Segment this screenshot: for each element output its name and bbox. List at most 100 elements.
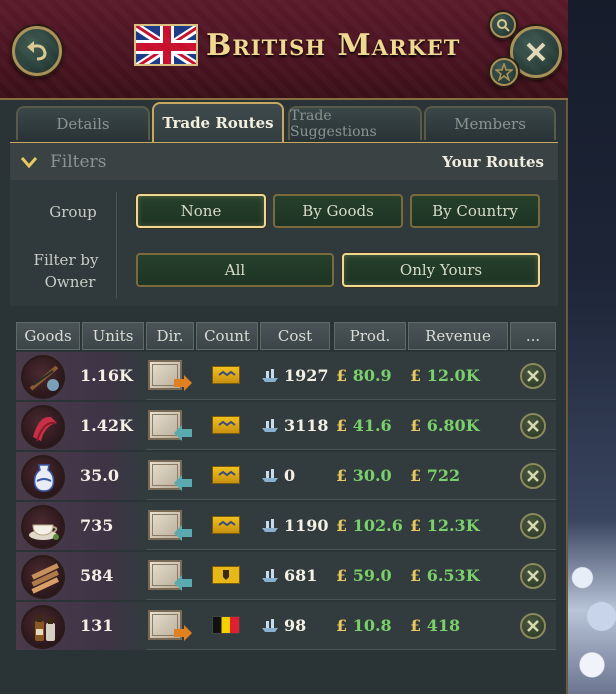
prod-amount: 30.0: [352, 466, 392, 485]
market-panel: British Market Details Trade Routes Trad…: [0, 0, 568, 694]
tab-details[interactable]: Details: [16, 106, 150, 140]
back-button[interactable]: [12, 26, 62, 76]
column-cost[interactable]: Cost: [260, 322, 330, 350]
prod-value: £ 10.8: [336, 616, 392, 635]
column-revenue[interactable]: Revenue: [408, 322, 508, 350]
export-arrow-icon: [174, 375, 192, 391]
liquor-icon[interactable]: [21, 605, 65, 649]
group-by-country-button[interactable]: By Country: [410, 194, 540, 228]
filters-label: Filters: [50, 152, 107, 172]
owner-only-yours-button[interactable]: Only Yours: [342, 253, 540, 287]
wood-icon[interactable]: [21, 555, 65, 599]
owner-label-line2: Owner: [44, 273, 96, 291]
cancel-route-button[interactable]: [520, 413, 546, 439]
revenue-value: £ 6.53K: [410, 566, 480, 585]
import-arrow-icon: [174, 425, 192, 441]
currency-symbol: £: [410, 366, 422, 385]
currency-symbol: £: [410, 516, 422, 535]
revenue-value: £ 6.80K: [410, 416, 480, 435]
prod-amount: 80.9: [352, 366, 392, 385]
currency-symbol: £: [410, 566, 422, 585]
revenue-amount: 6.53K: [426, 566, 480, 585]
column-more[interactable]: ...: [510, 322, 556, 350]
tab-members[interactable]: Members: [424, 106, 556, 140]
table-row[interactable]: 35.0 0 £ 30.0 £ 722: [16, 452, 556, 500]
column-direction[interactable]: Dir.: [146, 322, 194, 350]
revenue-value: £ 12.3K: [410, 516, 480, 535]
currency-symbol: £: [336, 366, 348, 385]
cancel-route-button[interactable]: [520, 363, 546, 389]
yellow-flag-icon[interactable]: [212, 416, 240, 434]
belgium-flag-icon[interactable]: [212, 616, 240, 634]
prod-value: £ 80.9: [336, 366, 392, 385]
prod-amount: 10.8: [352, 616, 392, 635]
yellow-crest-flag-icon[interactable]: [212, 566, 240, 584]
currency-symbol: £: [336, 566, 348, 585]
ship-icon: [262, 569, 278, 582]
revenue-value: £ 418: [410, 616, 460, 635]
close-icon: [527, 620, 539, 632]
cost-value: 0: [284, 466, 296, 485]
tea-icon[interactable]: [21, 505, 65, 549]
group-none-button[interactable]: None: [136, 194, 266, 228]
filters-header[interactable]: Filters Your Routes: [10, 142, 558, 180]
favorite-button[interactable]: [490, 58, 518, 86]
background-scenery: [568, 0, 616, 694]
united-kingdom-flag-icon: [134, 24, 198, 66]
small-arms-icon[interactable]: [21, 355, 65, 399]
panel-header: British Market: [0, 0, 568, 100]
prod-value: £ 59.0: [336, 566, 392, 585]
column-count[interactable]: Count: [196, 322, 258, 350]
units-value: 131: [80, 616, 114, 635]
currency-symbol: £: [336, 466, 348, 485]
owner-label-line1: Filter by: [33, 251, 99, 269]
yellow-flag-icon[interactable]: [212, 366, 240, 384]
yellow-flag-icon[interactable]: [212, 516, 240, 534]
porcelain-icon[interactable]: [21, 455, 65, 499]
owner-all-button[interactable]: All: [136, 253, 334, 287]
chevron-down-icon: [20, 157, 38, 169]
revenue-amount: 722: [426, 466, 461, 485]
table-row[interactable]: 1.42K 3118 £ 41.6 £ 6.80K: [16, 402, 556, 450]
cancel-route-button[interactable]: [520, 613, 546, 639]
table-row[interactable]: 131 98 £ 10.8 £ 418: [16, 602, 556, 650]
cost-value: 98: [284, 616, 307, 635]
prod-value: £ 102.6: [336, 516, 403, 535]
group-by-goods-button[interactable]: By Goods: [273, 194, 403, 228]
table-row[interactable]: 1.16K 1927 £ 80.9 £ 12.0K: [16, 352, 556, 400]
currency-symbol: £: [336, 616, 348, 635]
your-routes-label: Your Routes: [442, 153, 544, 171]
cancel-route-button[interactable]: [520, 463, 546, 489]
tab-trade-suggestions[interactable]: Trade Suggestions: [288, 106, 422, 140]
prod-amount: 59.0: [352, 566, 392, 585]
prod-value: £ 30.0: [336, 466, 392, 485]
close-button[interactable]: [510, 26, 562, 78]
tab-trade-routes[interactable]: Trade Routes: [152, 102, 284, 142]
import-arrow-icon: [174, 525, 192, 541]
revenue-value: £ 722: [410, 466, 460, 485]
currency-symbol: £: [410, 416, 422, 435]
currency-symbol: £: [410, 616, 422, 635]
column-units[interactable]: Units: [82, 322, 144, 350]
group-label: Group: [49, 203, 97, 221]
table-row[interactable]: 735 1190 £ 102.6 £ 12.3K: [16, 502, 556, 550]
tab-bar: Details Trade Routes Trade Suggestions M…: [10, 102, 560, 142]
revenue-amount: 418: [426, 616, 461, 635]
ship-icon: [262, 519, 278, 532]
back-arrow-icon: [27, 41, 47, 61]
close-icon: [527, 470, 539, 482]
prod-amount: 41.6: [352, 416, 392, 435]
column-goods[interactable]: Goods: [16, 322, 80, 350]
yellow-flag-icon[interactable]: [212, 466, 240, 484]
table-row[interactable]: 584 681 £ 59.0 £ 6.53K: [16, 552, 556, 600]
import-arrow-icon: [174, 475, 192, 491]
column-prod[interactable]: Prod.: [334, 322, 406, 350]
search-button[interactable]: [490, 12, 516, 38]
cancel-route-button[interactable]: [520, 563, 546, 589]
units-value: 584: [80, 566, 114, 585]
cancel-route-button[interactable]: [520, 513, 546, 539]
cost-value: 1927: [284, 366, 329, 385]
fabric-icon[interactable]: [21, 405, 65, 449]
revenue-amount: 6.80K: [426, 416, 480, 435]
ship-icon: [262, 369, 278, 382]
